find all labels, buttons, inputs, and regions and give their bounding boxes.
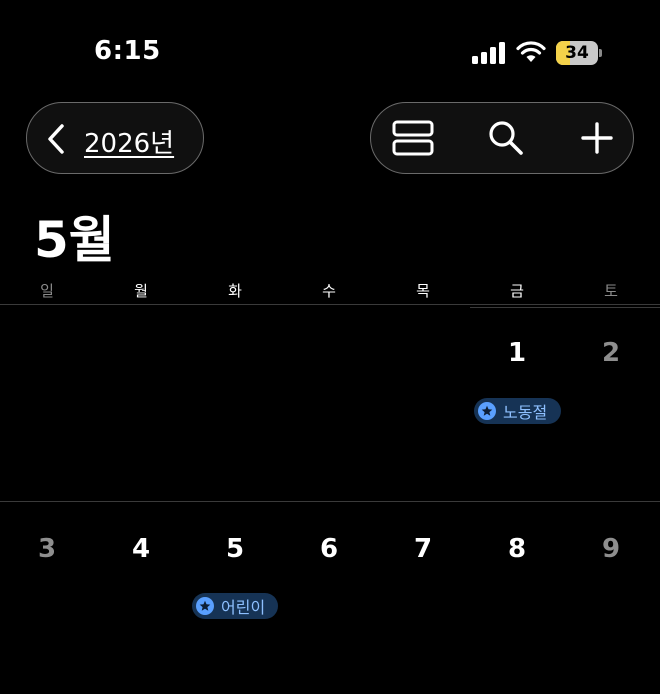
weekday-wed: 수 bbox=[322, 282, 336, 300]
event-labor-day[interactable]: 노동절 bbox=[474, 398, 561, 424]
week-divider bbox=[0, 501, 660, 502]
month-title: 5월 bbox=[34, 211, 115, 269]
day-cell-1[interactable]: 1 bbox=[470, 338, 564, 368]
day-cell-2[interactable]: 2 bbox=[564, 338, 658, 368]
battery-cap bbox=[599, 49, 602, 57]
week-start-divider bbox=[470, 307, 660, 308]
day-cell-5[interactable]: 5 bbox=[188, 534, 282, 564]
star-icon bbox=[196, 597, 214, 615]
add-icon bbox=[581, 122, 613, 154]
weekday-sun: 일 bbox=[40, 282, 54, 300]
weekday-fri: 금 bbox=[510, 282, 524, 300]
list-view-icon bbox=[392, 120, 434, 156]
event-label: 어린이 bbox=[221, 598, 266, 617]
battery-indicator: 34 bbox=[556, 41, 602, 65]
battery-level: 34 bbox=[565, 43, 589, 63]
event-label: 노동절 bbox=[503, 403, 548, 422]
day-cell-6[interactable]: 6 bbox=[282, 534, 376, 564]
star-icon bbox=[478, 402, 496, 420]
weekday-sat: 토 bbox=[604, 282, 618, 300]
event-childrens-day[interactable]: 어린이 bbox=[192, 593, 278, 619]
header-divider bbox=[0, 304, 660, 305]
weekday-thu: 목 bbox=[416, 282, 430, 300]
day-cell-9[interactable]: 9 bbox=[564, 534, 658, 564]
cellular-signal-icon bbox=[472, 42, 505, 64]
weekday-tue: 화 bbox=[228, 282, 242, 300]
list-view-button[interactable] bbox=[378, 103, 448, 173]
action-group bbox=[370, 102, 634, 174]
day-cell-8[interactable]: 8 bbox=[470, 534, 564, 564]
status-time: 6:15 bbox=[94, 36, 161, 66]
add-event-button[interactable] bbox=[562, 103, 632, 173]
battery-icon: 34 bbox=[556, 41, 598, 65]
weekday-mon: 월 bbox=[134, 282, 148, 300]
back-label: 2026년 bbox=[84, 129, 175, 159]
back-chevron-icon bbox=[48, 124, 64, 154]
search-icon bbox=[489, 121, 523, 155]
wifi-icon bbox=[516, 41, 546, 62]
day-cell-4[interactable]: 4 bbox=[94, 534, 188, 564]
search-button[interactable] bbox=[471, 103, 541, 173]
day-cell-3[interactable]: 3 bbox=[0, 534, 94, 564]
day-cell-7[interactable]: 7 bbox=[376, 534, 470, 564]
back-button[interactable]: 2026년 bbox=[26, 102, 204, 174]
